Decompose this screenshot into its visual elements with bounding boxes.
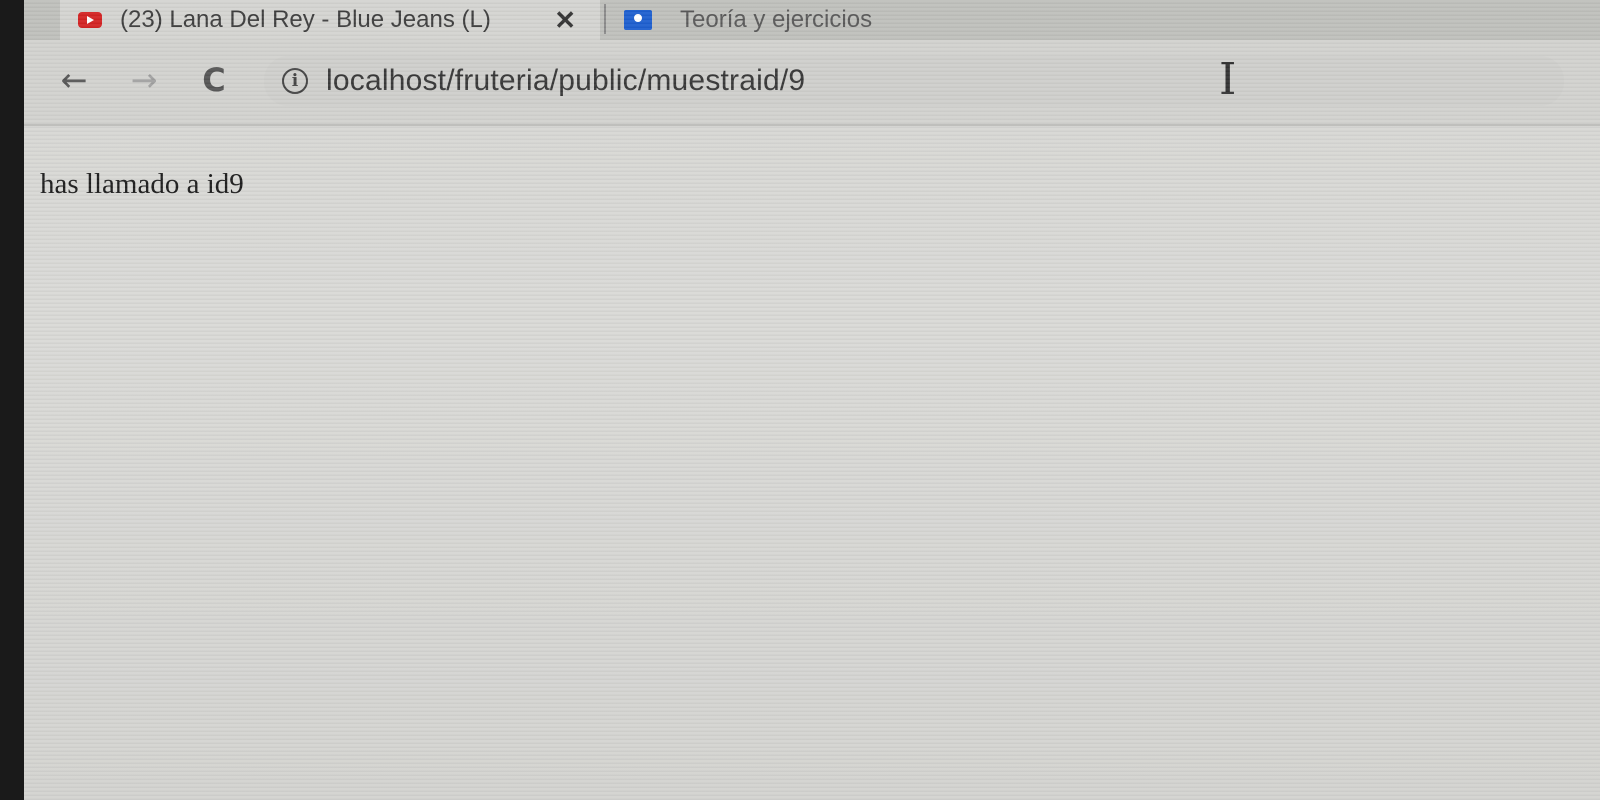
back-button[interactable]: ← xyxy=(54,60,94,100)
browser-toolbar: ← → C i localhost/fruteria/public/muestr… xyxy=(24,40,1600,126)
text-cursor-icon: I xyxy=(1219,54,1237,105)
tab-separator xyxy=(604,4,606,34)
info-icon[interactable]: i xyxy=(282,68,308,94)
close-tab-icon[interactable]: ✕ xyxy=(554,5,576,36)
page-body-text: has llamado a id9 xyxy=(40,168,244,200)
tab-title: Teoría y ejercicios xyxy=(680,6,873,33)
tab-teoria[interactable]: Teoría y ejercicios xyxy=(610,0,1010,40)
address-bar[interactable]: i localhost/fruteria/public/muestraid/9 … xyxy=(264,54,1564,106)
tab-youtube[interactable]: (23) Lana Del Rey - Blue Jeans (L) ✕ xyxy=(60,0,600,40)
tab-title: (23) Lana Del Rey - Blue Jeans (L) xyxy=(120,6,491,33)
youtube-icon xyxy=(78,12,102,28)
tab-strip: (23) Lana Del Rey - Blue Jeans (L) ✕ Teo… xyxy=(24,0,1600,40)
reload-button[interactable]: C xyxy=(194,60,234,100)
browser-window: (23) Lana Del Rey - Blue Jeans (L) ✕ Teo… xyxy=(24,0,1600,800)
docs-icon xyxy=(624,10,652,30)
forward-button[interactable]: → xyxy=(124,60,164,100)
page-content: has llamado a id9 xyxy=(24,126,1600,800)
url-text[interactable]: localhost/fruteria/public/muestraid/9 xyxy=(326,64,805,98)
